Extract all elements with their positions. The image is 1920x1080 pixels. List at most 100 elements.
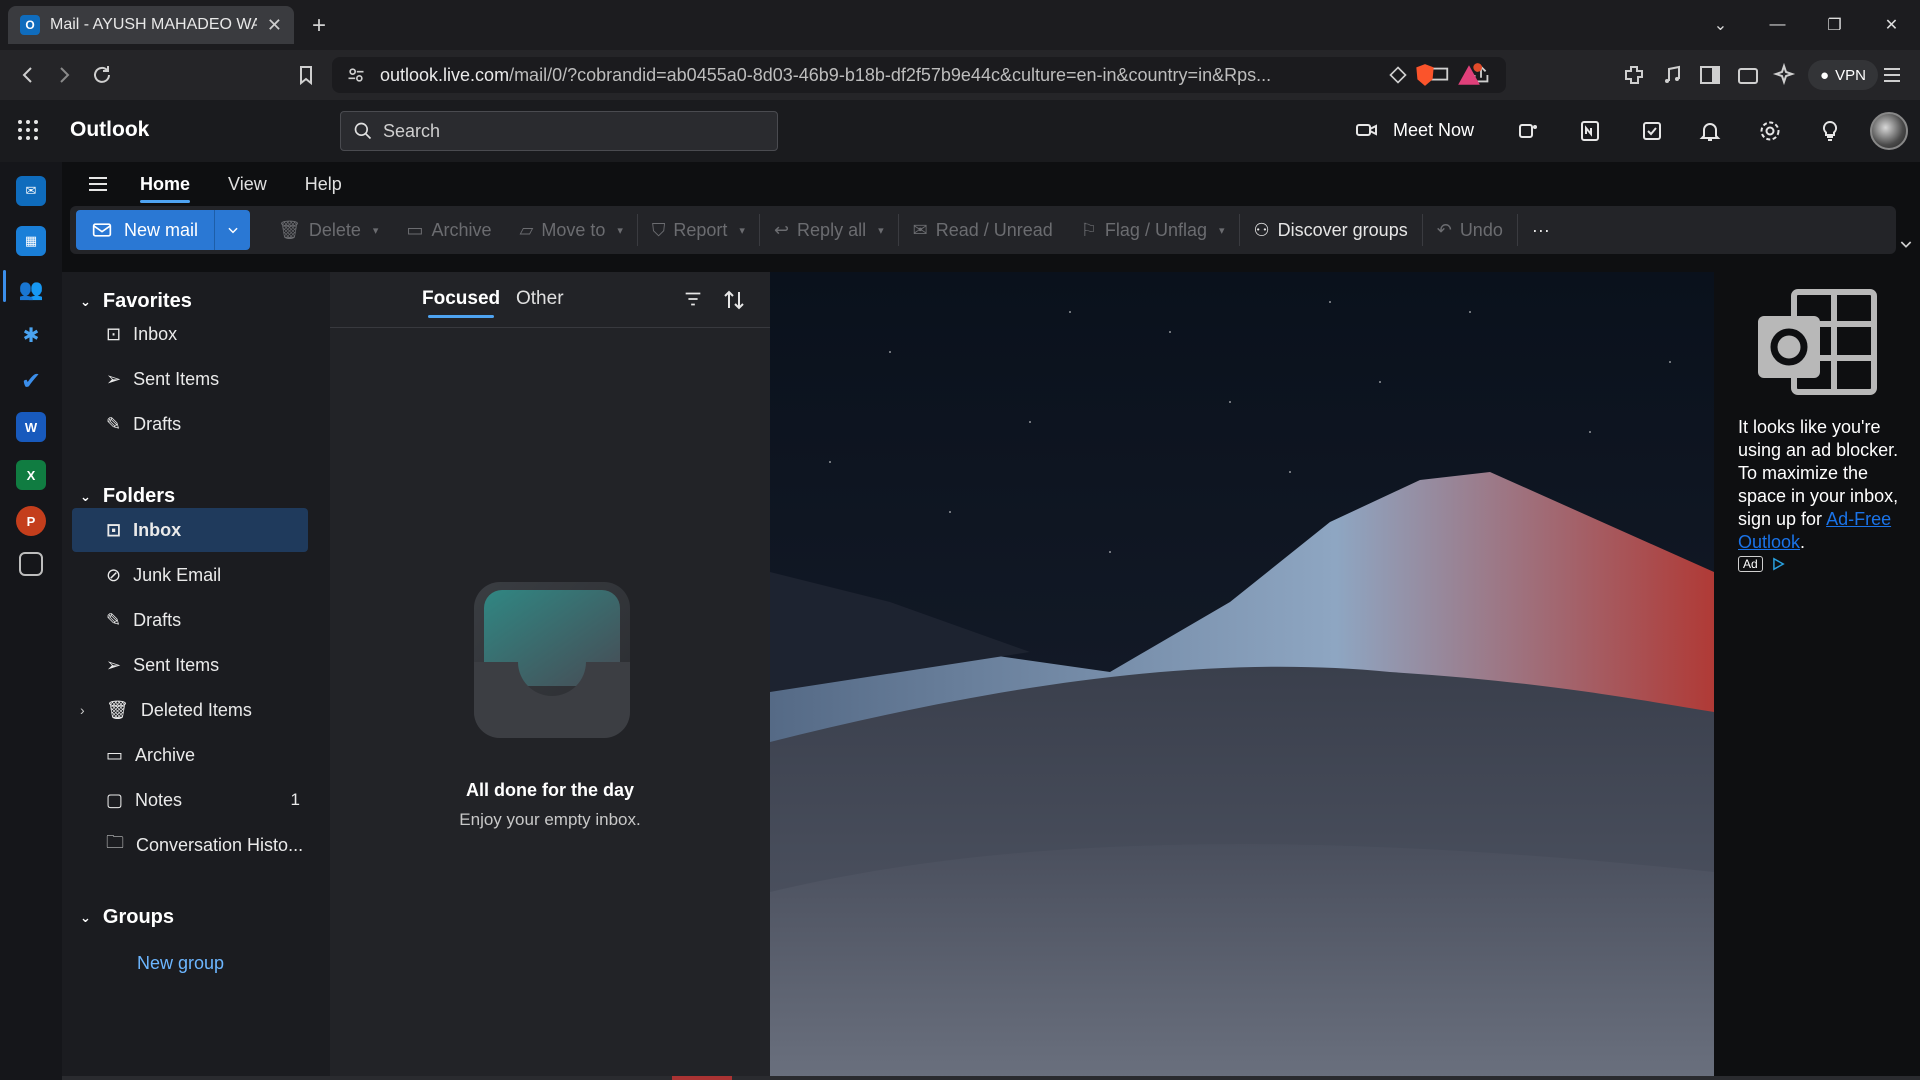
todo-icon[interactable]: ✔ <box>16 366 46 396</box>
junk-icon: ⊘ <box>106 564 122 585</box>
reload-icon[interactable] <box>90 63 114 87</box>
folder-deleted-items[interactable]: › 🗑 Deleted Items <box>72 688 308 732</box>
media-icon[interactable] <box>1660 63 1684 87</box>
folder-drafts[interactable]: ✎ Drafts <box>72 598 308 642</box>
read-unread-button[interactable]: ✉ Read / Unread <box>899 210 1067 250</box>
message-list-tabs: Focused Other <box>330 272 770 328</box>
discover-groups-button[interactable]: ⚇ Discover groups <box>1240 210 1422 250</box>
brave-shields-icon[interactable] <box>1412 62 1438 88</box>
chevron-down-icon: ▾ <box>372 224 379 237</box>
ribbon-expand-chevron-icon[interactable] <box>1898 236 1914 252</box>
browser-toolbar: outlook.live.com/mail/0/?cobrandid=ab045… <box>0 50 1920 100</box>
folder-archive[interactable]: ▭ Archive <box>72 733 308 777</box>
ad-blocker-message: It looks like you're using an ad blocker… <box>1738 417 1899 552</box>
avatar[interactable] <box>1870 112 1908 150</box>
hamburger-menu-icon[interactable] <box>86 172 110 196</box>
tab-other[interactable]: Other <box>516 288 564 310</box>
sort-icon[interactable] <box>722 288 746 312</box>
word-icon[interactable]: W <box>16 412 46 442</box>
app-launcher-icon[interactable] <box>16 118 40 142</box>
lightbulb-icon[interactable] <box>1818 119 1842 143</box>
mail-icon[interactable]: ✉ <box>16 176 46 206</box>
my-day-icon[interactable] <box>1640 119 1664 143</box>
wallet-icon[interactable] <box>1736 63 1760 87</box>
new-mail-button[interactable]: New mail <box>76 210 215 250</box>
favorites-header[interactable]: ⌄ Favorites <box>80 290 192 313</box>
bookmark-icon[interactable] <box>294 63 318 87</box>
flag-unflag-button[interactable]: ⚐ Flag / Unflag ▾ <box>1067 210 1239 250</box>
leo-icon[interactable] <box>1388 65 1408 85</box>
browser-tab[interactable]: O Mail - AYUSH MAHADEO WASE ✕ <box>8 6 294 44</box>
search-input[interactable] <box>383 120 763 142</box>
archive-button[interactable]: ▭ Archive <box>392 210 505 250</box>
folder-sent-items[interactable]: ➢ Sent Items <box>72 643 308 687</box>
new-mail-dropdown[interactable] <box>214 210 251 250</box>
close-window-icon[interactable]: ✕ <box>1863 0 1920 50</box>
brave-rewards-icon[interactable] <box>1456 62 1482 88</box>
undo-button[interactable]: ↶ Undo <box>1423 210 1517 250</box>
chevron-right-icon[interactable]: › <box>80 702 85 718</box>
forward-icon[interactable] <box>52 63 76 87</box>
folder-pane: ⌄ Favorites ⊡ Inbox ➢ Sent Items ✎ Drafts ⌄ F… <box>62 272 330 1080</box>
leo-ai-icon[interactable] <box>1772 63 1796 87</box>
teams-icon[interactable] <box>1516 119 1540 143</box>
app-rail: ✉ ▦ 👥 ✱ ✔ W X P <box>0 162 62 1080</box>
chevron-down-icon: ▾ <box>878 224 884 237</box>
vpn-status-icon: ● <box>1820 66 1830 84</box>
tab-help[interactable]: Help <box>305 166 342 203</box>
url-text: outlook.live.com/mail/0/?cobrandid=ab045… <box>380 64 1272 85</box>
reply-all-button[interactable]: ↩ Reply all ▾ <box>760 210 898 250</box>
scrollbar-thumb[interactable] <box>672 1076 732 1080</box>
minimize-icon[interactable]: — <box>1749 0 1806 50</box>
empty-inbox-illustration-icon <box>474 582 630 738</box>
adchoices-icon[interactable] <box>1771 557 1785 571</box>
favorite-sent-items[interactable]: ➢ Sent Items <box>72 357 308 401</box>
favorite-drafts[interactable]: ✎ Drafts <box>72 402 308 446</box>
tab-home[interactable]: Home <box>140 166 191 203</box>
groups-header[interactable]: ⌄ Groups <box>80 906 174 929</box>
site-settings-icon[interactable] <box>346 65 366 85</box>
onenote-icon[interactable] <box>1578 119 1602 143</box>
gear-icon[interactable] <box>1758 119 1782 143</box>
restore-icon[interactable]: ❐ <box>1806 0 1863 50</box>
excel-icon[interactable]: X <box>16 460 46 490</box>
notes-icon: ▢ <box>106 789 124 810</box>
new-tab-icon[interactable]: + <box>312 12 326 40</box>
new-group-link[interactable]: New group <box>137 953 224 974</box>
folder-junk-email[interactable]: ⊘ Junk Email <box>72 553 308 597</box>
tab-focused[interactable]: Focused <box>422 288 500 318</box>
powerpoint-icon[interactable]: P <box>16 506 46 536</box>
back-icon[interactable] <box>16 63 40 87</box>
outlook-brand[interactable]: Outlook <box>70 118 149 142</box>
favorite-inbox[interactable]: ⊡ Inbox <box>72 312 308 356</box>
tab-search-chevron-icon[interactable]: ⌄ <box>1692 0 1749 50</box>
menu-icon[interactable] <box>1880 63 1904 87</box>
vpn-button[interactable]: ● VPN <box>1808 60 1878 90</box>
browser-tab-title: Mail - AYUSH MAHADEO WASE <box>50 16 257 33</box>
people-icon[interactable]: 👥 <box>16 274 46 304</box>
horizontal-scrollbar[interactable] <box>62 1076 1920 1080</box>
meet-now-button[interactable]: Meet Now <box>1355 118 1474 142</box>
bell-icon[interactable] <box>1698 119 1722 143</box>
folder-notes[interactable]: ▢ Notes 1 <box>72 778 308 822</box>
folder-conversation-history[interactable]: 🗀 Conversation Histo... <box>72 823 308 867</box>
folders-header[interactable]: ⌄ Folders <box>80 485 175 508</box>
calendar-icon[interactable]: ▦ <box>16 226 46 256</box>
search-box[interactable] <box>340 111 778 151</box>
pencil-icon: ✎ <box>106 413 122 434</box>
more-options-button[interactable]: ··· <box>1518 210 1564 250</box>
report-button[interactable]: ⛉ Report ▾ <box>638 210 759 250</box>
ad-badge: Ad <box>1738 556 1785 572</box>
folder-inbox[interactable]: ⊡ Inbox <box>72 508 308 552</box>
sidebar-icon[interactable] <box>1698 63 1722 87</box>
address-bar[interactable]: outlook.live.com/mail/0/?cobrandid=ab045… <box>332 57 1506 93</box>
groups-icon[interactable]: ✱ <box>16 320 46 350</box>
close-tab-icon[interactable]: ✕ <box>267 15 282 36</box>
filter-icon[interactable] <box>682 288 704 310</box>
more-apps-icon[interactable] <box>19 552 43 576</box>
move-to-button[interactable]: ▱ Move to ▾ <box>505 210 636 250</box>
tab-view[interactable]: View <box>228 166 267 203</box>
empty-state-title: All done for the day <box>465 780 634 800</box>
delete-button[interactable]: 🗑 Delete ▾ <box>264 210 392 250</box>
extensions-icon[interactable] <box>1622 63 1646 87</box>
